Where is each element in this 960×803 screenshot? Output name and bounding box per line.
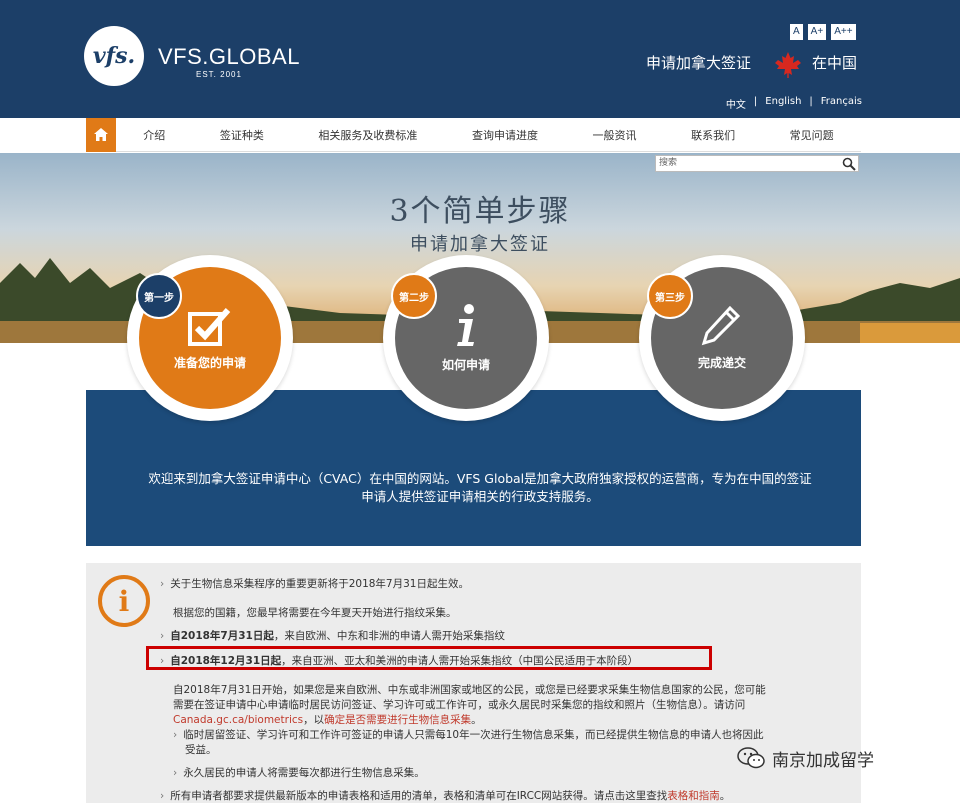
search-placeholder: 搜索 — [659, 158, 678, 168]
checkbox-icon — [188, 307, 231, 346]
lang-chinese-link[interactable]: 中文 — [726, 96, 746, 111]
notice-line-5: 自2018年7月31日开始，如果您是来自欧洲、中东或非洲国家或地区的公民，或您是… — [173, 684, 766, 696]
notice-line-2: 根据您的国籍，您最早将需要在今年夏天开始进行指纹采集。 — [173, 607, 457, 619]
notice-line-4: › 自2018年12月31日起，来自亚洲、亚太和美洲的申请人需开始采集指纹（中国公… — [160, 655, 639, 667]
chevron-right-icon: › — [160, 630, 165, 642]
watermark-text: 南京加成留学 — [772, 750, 874, 771]
font-size-small-button[interactable]: A — [790, 24, 803, 40]
step-3-badge: 第三步 — [647, 273, 693, 319]
info-circle-icon: i — [98, 575, 150, 627]
hero-subtitle: 申请加拿大签证 — [410, 234, 550, 255]
check-biometrics-link[interactable]: 确定是否需要进行生物信息采集 — [324, 714, 471, 726]
apply-title: 申请加拿大签证 — [646, 54, 752, 72]
chevron-right-icon: › — [160, 578, 165, 590]
brand-est: EST. 2001 — [196, 70, 242, 79]
region-label: 在中国 — [812, 54, 858, 72]
hero-title: 3个简单步骤 — [389, 194, 571, 229]
nav-item-track-application[interactable]: 查询申请进度 — [472, 127, 538, 143]
chevron-right-icon: › — [160, 655, 165, 667]
nav-item-faq[interactable]: 常见问题 — [790, 127, 834, 143]
main-nav: 介绍 签证种类 相关服务及收费标准 查询申请进度 一般资讯 联系我们 常见问题 — [86, 117, 861, 152]
chevron-right-icon: › — [173, 767, 178, 779]
language-switcher: 中文 | English | Français — [726, 96, 862, 111]
lang-separator: | — [753, 96, 758, 107]
notice-line-7: Canada.gc.ca/biometrics，以确定是否需要进行生物信息采集。 — [173, 714, 482, 726]
brand-name: VFS.GLOBAL — [158, 44, 300, 69]
lang-english-link[interactable]: English — [765, 96, 801, 111]
step-2-badge: 第二步 — [391, 273, 437, 319]
welcome-line-1: 欢迎来到加拿大签证申请中心（CVAC）在中国的网站。VFS Global是加拿大… — [148, 471, 812, 486]
step-1-label: 准备您的申请 — [173, 355, 246, 370]
font-size-large-button[interactable]: A++ — [831, 24, 856, 40]
notice-line-3: › 自2018年7月31日起，来自欧洲、中东和非洲的申请人需开始采集指纹 — [160, 630, 505, 642]
nav-item-intro[interactable]: 介绍 — [143, 127, 165, 143]
chevron-right-icon: › — [160, 790, 165, 802]
nav-item-contact[interactable]: 联系我们 — [691, 127, 735, 143]
wechat-icon — [737, 747, 765, 769]
forms-guides-link[interactable]: 表格和指南 — [667, 790, 720, 802]
welcome-line-2: 申请人提供签证申请相关的行政支持服务。 — [361, 489, 599, 504]
font-size-medium-button[interactable]: A+ — [807, 24, 827, 40]
notice-line-11: › 所有申请者都要求提供最新版本的申请表格和适用的清单，表格和清单可在IRCC网站… — [160, 790, 731, 802]
maple-leaf-icon — [775, 52, 801, 78]
watermark: 南京加成留学 — [736, 745, 874, 771]
notice-line-8: › 临时居留签证、学习许可和工作许可签证的申请人只需每10年一次进行生物信息采集，… — [173, 729, 764, 741]
notice-line-9: 受益。 — [185, 744, 217, 756]
home-button[interactable] — [86, 117, 116, 152]
notice-line-6: 需要在签证申请中心申请临时居民访问签证、学习许可或工作许可，或永久居民时采集您的… — [173, 699, 746, 711]
search-icon[interactable] — [842, 157, 856, 171]
biometrics-link[interactable]: Canada.gc.ca/biometrics — [173, 714, 303, 726]
nav-item-services-fees[interactable]: 相关服务及收费标准 — [318, 127, 417, 143]
lang-french-link[interactable]: Français — [821, 96, 862, 111]
notice-line-1: › 关于生物信息采集程序的重要更新将于2018年7月31日起生效。 — [160, 578, 469, 590]
step-2-label: 如何申请 — [441, 357, 490, 372]
vfs-logo[interactable]: vfs. — [84, 26, 144, 86]
lang-separator: | — [809, 96, 813, 107]
info-icon — [457, 303, 474, 346]
step-1-badge: 第一步 — [136, 273, 182, 319]
step-3-label: 完成递交 — [697, 355, 746, 370]
chevron-right-icon: › — [173, 729, 178, 741]
home-icon — [94, 128, 108, 141]
welcome-text: 欢迎来到加拿大签证申请中心（CVAC）在中国的网站。VFS Global是加拿大… — [120, 470, 840, 506]
search-input[interactable]: 搜索 — [655, 155, 859, 172]
nav-item-visa-types[interactable]: 签证种类 — [220, 127, 264, 143]
nav-item-general-info[interactable]: 一般资讯 — [593, 127, 637, 143]
notice-line-10: › 永久居民的申请人将需要每次都进行生物信息采集。 — [173, 767, 425, 779]
font-size-controls: A A+ A++ — [790, 24, 856, 40]
pencil-icon — [701, 305, 741, 345]
